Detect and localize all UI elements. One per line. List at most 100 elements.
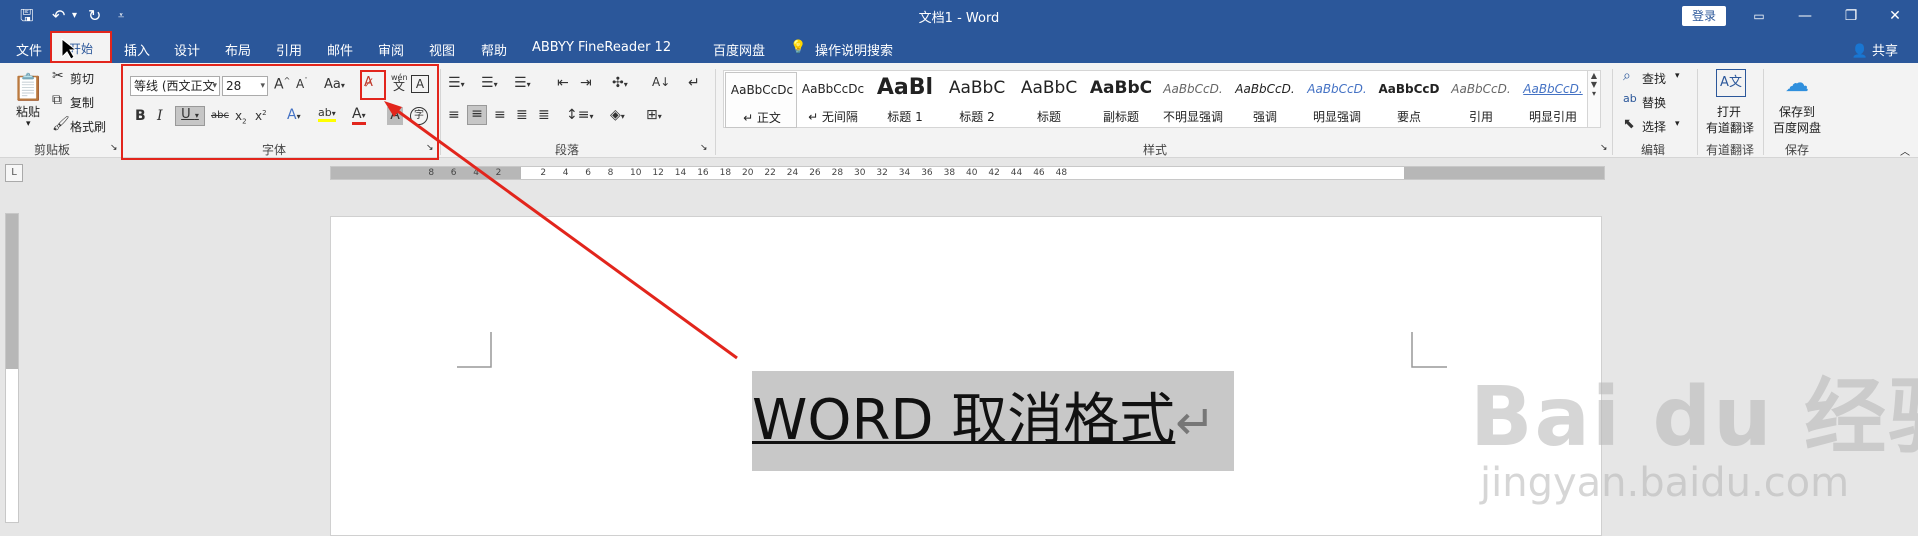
- translate-icon[interactable]: A文: [1716, 69, 1746, 97]
- tab-insert[interactable]: 插入: [124, 40, 150, 59]
- multilevel-list-icon[interactable]: ☰▾: [514, 75, 531, 91]
- style-quote[interactable]: AaBbCcD. 引用: [1445, 72, 1517, 128]
- horizontal-ruler[interactable]: 8 6 4 2 2 4 6 8 10 12 14 16 18 20 22 24 26 28 30 32 34 36 38 40…: [330, 166, 1605, 180]
- tab-abbyy[interactable]: ABBYY FineReader 12: [532, 40, 671, 55]
- group-separator: [1612, 69, 1613, 155]
- style-heading-1[interactable]: AaBl 标题 1: [869, 72, 941, 128]
- minimize-icon[interactable]: —: [1782, 4, 1828, 28]
- baidu-netdisk-label[interactable]: 百度网盘: [1773, 119, 1821, 136]
- login-button[interactable]: 登录: [1682, 6, 1726, 26]
- bullets-icon[interactable]: ☰▾: [448, 75, 465, 91]
- select-button[interactable]: 选择: [1642, 118, 1666, 135]
- restore-icon[interactable]: ❐: [1828, 4, 1874, 28]
- tab-layout[interactable]: 布局: [225, 40, 251, 59]
- copy-button[interactable]: 复制: [70, 94, 94, 111]
- find-dropdown-icon[interactable]: ▾: [1675, 71, 1680, 81]
- tab-help[interactable]: 帮助: [481, 40, 507, 59]
- style-subtitle[interactable]: AaBbC 副标题: [1085, 72, 1157, 128]
- share-button[interactable]: 👤 共享: [1852, 40, 1898, 59]
- style-heading-2[interactable]: AaBbC 标题 2: [941, 72, 1013, 128]
- borders-icon[interactable]: ⊞▾: [646, 107, 662, 123]
- collapse-ribbon-icon[interactable]: ︿: [1900, 143, 1910, 158]
- style-preview: AaBbC: [1020, 78, 1078, 98]
- sort-icon[interactable]: A↓: [652, 75, 670, 89]
- close-icon[interactable]: ✕: [1872, 4, 1918, 28]
- style-preview: AaBbCcD.: [1307, 82, 1367, 96]
- tab-selector[interactable]: L: [5, 164, 23, 182]
- clear-formatting-highlight: [360, 70, 386, 100]
- tab-file[interactable]: 文件: [16, 40, 42, 59]
- style-title[interactable]: AaBbC 标题: [1013, 72, 1085, 128]
- tab-view[interactable]: 视图: [429, 40, 455, 59]
- shading-icon[interactable]: ◈▾: [610, 107, 625, 123]
- align-left-icon[interactable]: ≡: [448, 107, 460, 123]
- paste-button[interactable]: 粘贴: [16, 103, 40, 120]
- ruler-number: 4: [562, 168, 569, 178]
- style-intense-quote[interactable]: AaBbCcD. 明显引用: [1517, 72, 1589, 128]
- baidu-netdisk-icon[interactable]: ☁: [1785, 69, 1809, 97]
- cut-button[interactable]: 剪切: [70, 70, 94, 87]
- style-intense-emphasis[interactable]: AaBbCcD. 明显强调: [1301, 72, 1373, 128]
- ribbon-display-options-icon[interactable]: ▭: [1736, 4, 1782, 28]
- tab-design[interactable]: 设计: [174, 40, 200, 59]
- vertical-ruler[interactable]: [5, 213, 19, 523]
- ruler-number: 36: [921, 168, 933, 178]
- decrease-indent-icon[interactable]: ⇤: [557, 75, 569, 91]
- tab-mailings[interactable]: 邮件: [327, 40, 353, 59]
- style-no-spacing[interactable]: AaBbCcDc ↵ 无间隔: [797, 72, 869, 128]
- tab-review[interactable]: 审阅: [378, 40, 404, 59]
- ruler-number: 6: [585, 168, 591, 178]
- tab-baidu-netdisk[interactable]: 百度网盘: [713, 40, 765, 59]
- ruler-number: 42: [988, 168, 1000, 178]
- paste-icon[interactable]: 📋: [12, 73, 44, 103]
- style-subtle-emphasis[interactable]: AaBbCcD. 不明显强调: [1157, 72, 1229, 128]
- replace-button[interactable]: 替换: [1642, 94, 1666, 111]
- ruler-number: 30: [854, 168, 866, 178]
- save-to-label[interactable]: 保存到: [1779, 103, 1815, 120]
- margin-corner-left: [457, 332, 492, 368]
- editing-group-label: 编辑: [1641, 143, 1666, 157]
- styles-gallery-scroll[interactable]: ▲ ▼ ▾: [1587, 70, 1601, 128]
- style-strong[interactable]: AaBbCcD 要点: [1373, 72, 1445, 128]
- styles-launcher-icon[interactable]: ↘: [1600, 143, 1608, 153]
- paragraph-launcher-icon[interactable]: ↘: [700, 143, 708, 153]
- align-center-icon[interactable]: ≡: [467, 105, 487, 125]
- select-dropdown-icon[interactable]: ▾: [1675, 119, 1680, 129]
- document-page[interactable]: WORD 取消格式↵: [330, 216, 1602, 536]
- line-spacing-icon[interactable]: ↕≡▾: [566, 107, 593, 123]
- chinese-layout-icon[interactable]: ✣▾: [612, 75, 628, 91]
- group-separator: [440, 69, 441, 155]
- style-preview: AaBbCcD.: [1163, 82, 1223, 96]
- selected-text[interactable]: WORD 取消格式↵: [752, 371, 1234, 471]
- numbering-icon[interactable]: ☰▾: [481, 75, 498, 91]
- tab-references[interactable]: 引用: [276, 40, 302, 59]
- format-painter-button[interactable]: 格式刷: [70, 118, 106, 135]
- format-painter-icon[interactable]: 🖌: [52, 116, 70, 132]
- ruler-ticks: 8 6 4 2 2 4 6 8 10 12 14 16 18 20 22 24 26 28 30 32 34 36 38 40…: [331, 167, 1604, 179]
- cut-icon[interactable]: ✂: [52, 68, 64, 84]
- ruler-number: 2: [495, 168, 502, 178]
- copy-icon[interactable]: ⧉: [52, 92, 62, 108]
- ruler-number: 10: [630, 168, 642, 178]
- show-hide-marks-icon[interactable]: ↵: [688, 75, 700, 91]
- style-emphasis[interactable]: AaBbCcD. 强调: [1229, 72, 1301, 128]
- mouse-cursor-icon: [61, 38, 78, 60]
- find-button[interactable]: 查找: [1642, 70, 1666, 87]
- group-separator: [1763, 69, 1764, 155]
- ruler-number: 34: [898, 168, 911, 178]
- distributed-icon[interactable]: ≣: [538, 107, 550, 123]
- ruler-number: 14: [674, 168, 687, 178]
- style-normal[interactable]: AaBbCcDc ↵ 正文: [725, 72, 797, 128]
- document-title: 文档1 - Word: [918, 11, 1000, 26]
- increase-indent-icon[interactable]: ⇥: [580, 75, 592, 91]
- youdao-translate-label[interactable]: 有道翻译: [1706, 119, 1754, 136]
- align-right-icon[interactable]: ≡: [494, 107, 506, 123]
- tell-me-search[interactable]: 操作说明搜索: [815, 40, 893, 59]
- youdao-open-label[interactable]: 打开: [1717, 103, 1741, 120]
- style-name: 明显引用: [1528, 110, 1577, 124]
- paste-dropdown-icon[interactable]: ▾: [26, 119, 31, 129]
- ruler-margin-top: [6, 214, 18, 369]
- youdao-group-label: 有道翻译: [1706, 143, 1755, 157]
- clipboard-launcher-icon[interactable]: ↘: [110, 143, 118, 153]
- justify-icon[interactable]: ≣: [516, 107, 528, 123]
